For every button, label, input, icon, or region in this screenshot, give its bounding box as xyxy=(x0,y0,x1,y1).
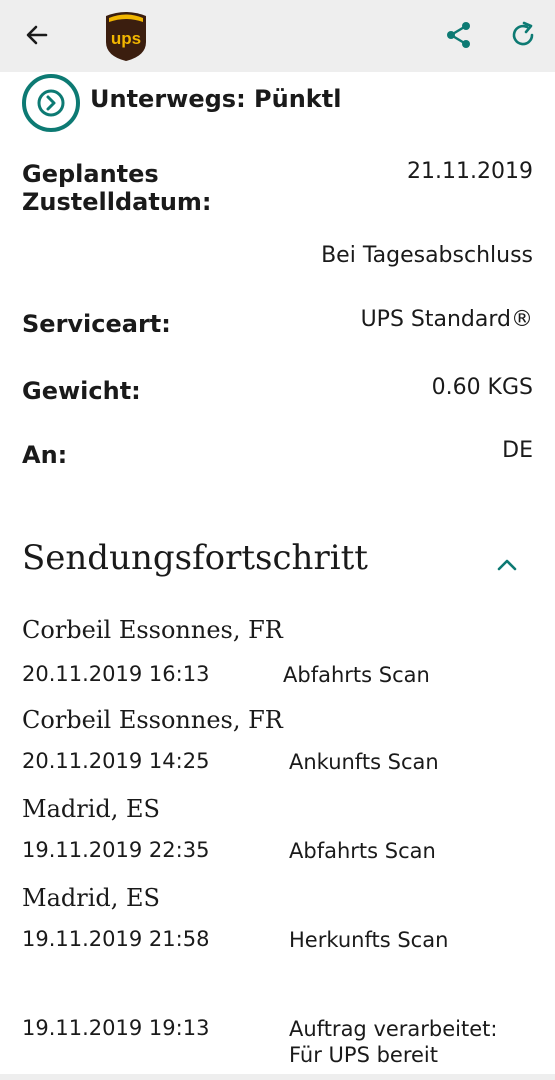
service-label: Serviceart: xyxy=(22,310,171,338)
event-description: Abfahrts Scan xyxy=(289,839,436,863)
chevron-up-icon[interactable] xyxy=(492,552,522,578)
event-description: Ankunfts Scan xyxy=(289,750,439,774)
shipment-status: Unterwegs: Pünktl xyxy=(20,72,540,134)
event-description: Auftrag verarbeitet: Für UPS bereit xyxy=(289,1017,498,1067)
event-datetime: 19.11.2019 19:13 xyxy=(22,1016,210,1040)
weight-value: 0.60 KGS xyxy=(431,375,533,400)
refresh-icon[interactable] xyxy=(508,20,538,50)
event-location: Corbeil Essonnes, FR xyxy=(22,706,283,734)
chevron-right-circle-icon[interactable] xyxy=(20,72,82,134)
recipient-value: DE xyxy=(502,438,533,463)
recipient-label: An: xyxy=(22,441,68,469)
event-datetime: 20.11.2019 16:13 xyxy=(22,662,210,686)
event-datetime: 19.11.2019 22:35 xyxy=(22,838,210,862)
event-location: Madrid, ES xyxy=(22,884,160,912)
ups-logo: ups xyxy=(103,8,149,62)
progress-title: Sendungsfortschritt xyxy=(22,538,368,578)
event-description: Abfahrts Scan xyxy=(283,663,430,687)
event-datetime: 19.11.2019 21:58 xyxy=(22,927,210,951)
planned-delivery-time: Bei Tagesabschluss xyxy=(321,243,533,268)
event-location: Corbeil Essonnes, FR xyxy=(22,616,283,644)
share-icon[interactable] xyxy=(444,20,474,50)
planned-delivery-date: 21.11.2019 xyxy=(407,159,533,184)
event-location: Madrid, ES xyxy=(22,795,160,823)
event-description: Herkunfts Scan xyxy=(289,928,449,952)
status-text: Unterwegs: Pünktl xyxy=(90,85,342,113)
service-value: UPS Standard® xyxy=(360,307,533,332)
weight-label: Gewicht: xyxy=(22,377,141,405)
planned-delivery-label: Geplantes Zustelldatum: xyxy=(22,160,212,216)
back-arrow-icon[interactable] xyxy=(22,20,52,50)
app-bar: ups xyxy=(0,0,555,72)
event-datetime: 20.11.2019 14:25 xyxy=(22,749,210,773)
bottom-divider xyxy=(0,1074,555,1080)
ups-logo-text: ups xyxy=(111,29,141,48)
